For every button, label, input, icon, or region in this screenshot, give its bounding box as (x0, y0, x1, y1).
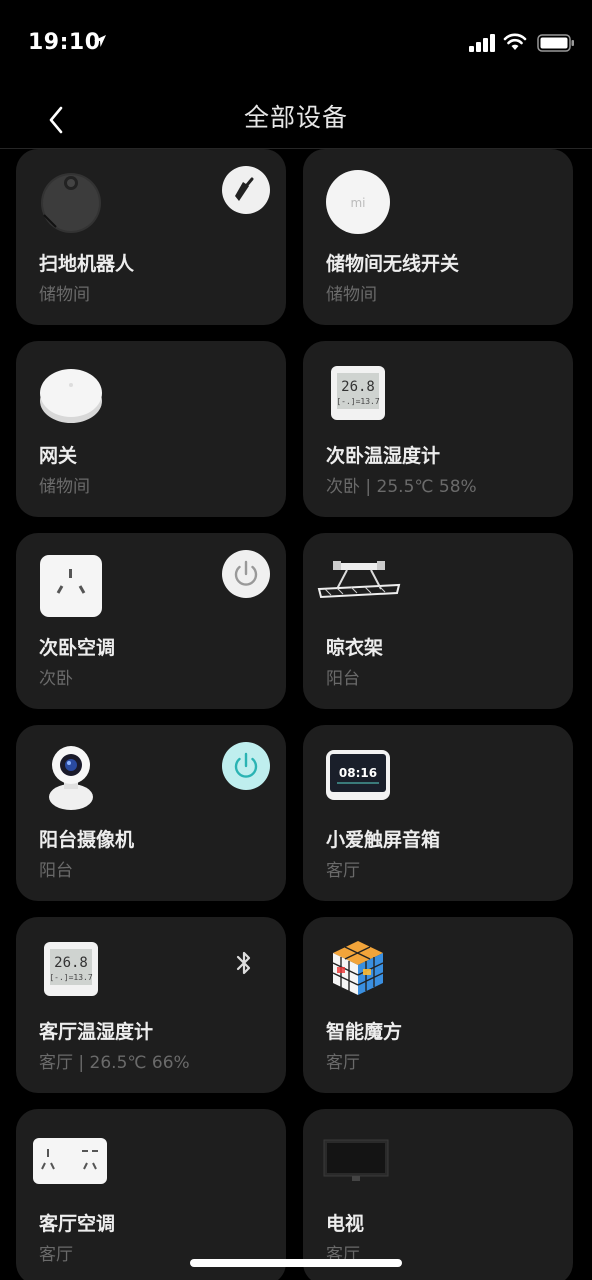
power-button[interactable] (222, 550, 270, 598)
battery-icon (537, 34, 574, 52)
tv-icon (323, 1139, 389, 1181)
camera-icon (49, 746, 93, 810)
power-icon (234, 752, 258, 778)
device-room: 次卧 (39, 669, 73, 689)
device-name: 智能魔方 (326, 1021, 403, 1043)
robot-vacuum-icon (41, 173, 101, 233)
device-card-clothes-rack[interactable]: 晾衣架 阳台 (303, 533, 573, 709)
ac-socket-icon (40, 555, 102, 617)
device-name: 次卧温湿度计 (326, 445, 441, 467)
svg-text:[-.]=13.7: [-.]=13.7 (49, 973, 93, 982)
svg-text:26.8: 26.8 (54, 955, 88, 971)
device-card-living-ac[interactable]: 客厅空调 客厅 (16, 1109, 286, 1280)
clothes-rack-icon (317, 561, 401, 599)
svg-text:08:16: 08:16 (339, 766, 377, 780)
power-button[interactable] (222, 742, 270, 790)
svg-text:[-.]=13.7: [-.]=13.7 (336, 397, 380, 406)
device-card-robot-vacuum[interactable]: 扫地机器人 储物间 (16, 149, 286, 325)
device-card-smart-display[interactable]: 08:16 小爱触屏音箱 客厅 (303, 725, 573, 901)
device-room: 储物间 (326, 285, 377, 305)
device-card-living-thermometer[interactable]: 26.8 [-.]=13.7 客厅温湿度计 客厅 | 26.5℃ 66% (16, 917, 286, 1093)
device-name: 储物间无线开关 (326, 253, 460, 275)
home-indicator[interactable] (190, 1259, 402, 1267)
device-name: 阳台摄像机 (39, 829, 135, 851)
device-room: 次卧 | 25.5℃ 58% (326, 477, 477, 497)
device-name: 扫地机器人 (39, 253, 135, 275)
thermometer-display-icon: 26.8 [-.]=13.7 (331, 366, 385, 420)
device-card-bedroom-thermometer[interactable]: 26.8 [-.]=13.7 次卧温湿度计 次卧 | 25.5℃ 58% (303, 341, 573, 517)
device-card-balcony-camera[interactable]: 阳台摄像机 阳台 (16, 725, 286, 901)
smart-display-icon: 08:16 (326, 750, 390, 800)
device-grid: 扫地机器人 储物间 mi 储物间无线开关 储物间 网关 储物间 26.8 [-.… (0, 149, 592, 1280)
nav-bar: 全部设备 (0, 88, 592, 149)
device-room: 客厅 (326, 1053, 360, 1073)
device-room: 阳台 (326, 669, 360, 689)
device-room: 储物间 (39, 285, 90, 305)
svg-text:mi: mi (350, 196, 365, 210)
device-room: 阳台 (39, 861, 73, 881)
device-name: 晾衣架 (326, 637, 384, 659)
ac-socket-icon (33, 1138, 107, 1184)
broom-icon (235, 177, 254, 201)
status-bar: 19:10 (0, 0, 592, 88)
device-card-magic-cube[interactable]: 智能魔方 客厅 (303, 917, 573, 1093)
bluetooth-icon (236, 951, 251, 975)
device-room: 储物间 (39, 477, 90, 497)
device-card-gateway[interactable]: 网关 储物间 (16, 341, 286, 517)
device-room: 客厅 (39, 1245, 73, 1265)
thermometer-display-icon: 26.8 [-.]=13.7 (44, 942, 98, 996)
device-room: 客厅 | 26.5℃ 66% (39, 1053, 190, 1073)
device-card-tv[interactable]: 电视 客厅 (303, 1109, 573, 1280)
device-name: 电视 (326, 1213, 365, 1235)
device-name: 网关 (39, 445, 78, 467)
device-card-wireless-switch[interactable]: mi 储物间无线开关 储物间 (303, 149, 573, 325)
wireless-switch-icon: mi (326, 170, 390, 234)
device-name: 客厅温湿度计 (39, 1021, 154, 1043)
power-icon (234, 560, 258, 586)
device-room: 客厅 (326, 861, 360, 881)
device-name: 次卧空调 (39, 637, 116, 659)
magic-cube-icon (332, 941, 384, 995)
device-card-bedroom-ac[interactable]: 次卧空调 次卧 (16, 533, 286, 709)
svg-text:26.8: 26.8 (341, 379, 375, 395)
page-title: 全部设备 (243, 103, 348, 132)
device-name: 客厅空调 (39, 1213, 116, 1235)
cellular-signal-icon (469, 34, 495, 52)
gateway-icon (40, 369, 102, 423)
device-name: 小爱触屏音箱 (326, 829, 441, 851)
clean-button[interactable] (222, 166, 270, 214)
location-arrow-icon (94, 35, 106, 47)
wifi-icon (503, 33, 527, 50)
status-time: 19:10 (28, 30, 101, 55)
